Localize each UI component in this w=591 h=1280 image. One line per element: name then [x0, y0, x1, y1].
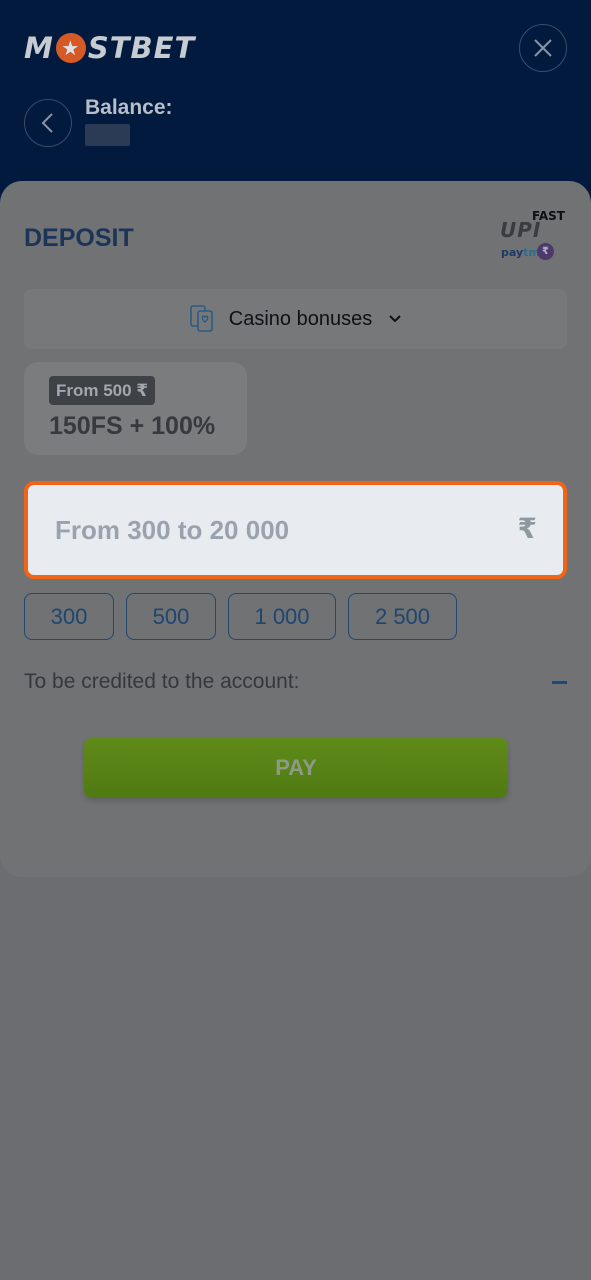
amount-field-container: ₹ [24, 481, 567, 579]
amount-input[interactable] [28, 485, 563, 575]
chevron-left-icon [41, 113, 53, 133]
close-icon [534, 39, 552, 57]
paytm-logo: paytm [501, 246, 540, 259]
bonus-type-label: Casino bonuses [228, 307, 373, 330]
pay-button[interactable]: PAY [84, 738, 508, 798]
star-icon: ★ [55, 33, 86, 63]
payment-method-logo: UPI FAST paytm ₹ [498, 208, 568, 264]
credited-label: To be credited to the account: [24, 670, 300, 693]
balance-value-hidden [85, 124, 130, 146]
bonus-min-deposit-badge: From 500 ₹ [49, 376, 156, 405]
bonus-offer-card[interactable]: From 500 ₹ 150FS + 100% [24, 362, 247, 455]
credited-value-dash [552, 681, 567, 684]
quick-amount-button[interactable]: 1 000 [228, 593, 336, 640]
mostbet-logo: M ★ STBET [24, 31, 196, 65]
phonepe-icon: ₹ [537, 243, 554, 260]
rupee-icon: ₹ [517, 512, 537, 545]
chevron-down-icon [388, 314, 402, 324]
quick-amount-button[interactable]: 300 [24, 593, 114, 640]
quick-amount-button[interactable]: 2 500 [348, 593, 457, 640]
fast-label: FAST [532, 209, 565, 223]
bonus-offer-amount: 150FS + 100% [49, 412, 216, 440]
balance-label: Balance: [85, 96, 173, 119]
quick-amount-button[interactable]: 500 [126, 593, 216, 640]
back-button[interactable] [24, 99, 72, 147]
bonus-type-dropdown[interactable]: Casino bonuses [24, 289, 567, 349]
playing-cards-icon [189, 304, 215, 334]
page-title: DEPOSIT [24, 224, 134, 252]
close-button[interactable] [519, 24, 567, 72]
